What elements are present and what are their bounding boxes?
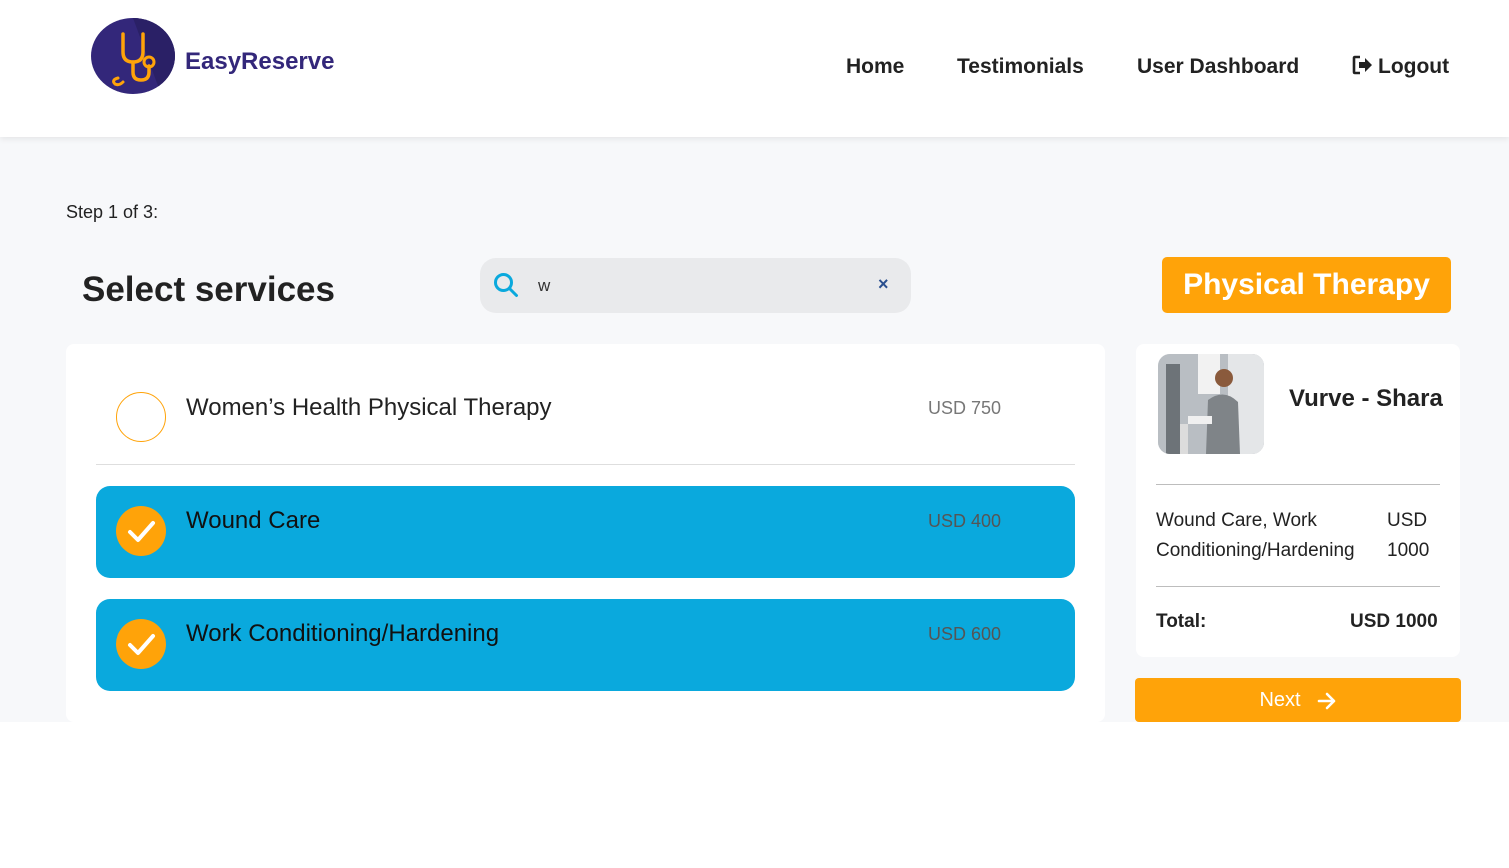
service-price: USD 400 [928,511,1002,531]
clear-search-icon[interactable]: × [878,274,889,295]
nav-testimonials[interactable]: Testimonials [957,55,1084,79]
arrow-right-icon [1317,692,1335,710]
top-navbar: EasyReserve Home Testimonials User Dashb… [0,0,1509,137]
summary-divider [1156,586,1440,587]
total-label: Total: [1156,611,1207,632]
page-title: Select services [82,270,335,309]
logout-icon [1352,55,1372,75]
service-price: USD 600 [928,624,1002,644]
service-search: × [480,258,911,313]
selected-amount: USD 1000 [1387,510,1430,561]
check-circle-icon[interactable] [116,619,166,669]
search-icon [494,273,518,297]
next-button[interactable]: Next [1135,678,1461,722]
category-button[interactable]: Physical Therapy [1162,257,1451,313]
provider-name: Vurve - Shara [1289,385,1443,412]
service-name: Work Conditioning/Hardening [186,620,500,647]
service-row[interactable]: Women’s Health Physical Therapy USD 750 [96,374,1075,465]
service-price: USD 750 [928,398,1002,418]
provider-photo [1158,354,1264,454]
nav-home[interactable]: Home [846,55,904,79]
service-name: Wound Care [186,507,321,534]
search-input[interactable] [538,273,858,298]
nav-user-dashboard[interactable]: User Dashboard [1137,55,1299,79]
logout-label: Logout [1378,55,1450,78]
brand-name[interactable]: EasyReserve [185,48,334,76]
nav-logout[interactable]: Logout [1352,55,1449,79]
unchecked-circle-icon[interactable] [116,392,166,442]
service-row[interactable]: Wound Care USD 400 [96,486,1075,578]
summary-divider [1156,484,1440,485]
selected-services-text: Wound Care, Work Conditioning/Hardening [1156,510,1355,561]
total-value: USD 1000 [1350,611,1438,632]
next-label: Next [1259,689,1301,711]
stethoscope-icon [112,18,175,94]
step-indicator: Step 1 of 3: [66,202,159,222]
brand-logo[interactable] [91,18,175,94]
service-name: Women’s Health Physical Therapy [186,394,552,421]
service-row[interactable]: Work Conditioning/Hardening USD 600 [96,599,1075,691]
check-circle-icon[interactable] [116,506,166,556]
